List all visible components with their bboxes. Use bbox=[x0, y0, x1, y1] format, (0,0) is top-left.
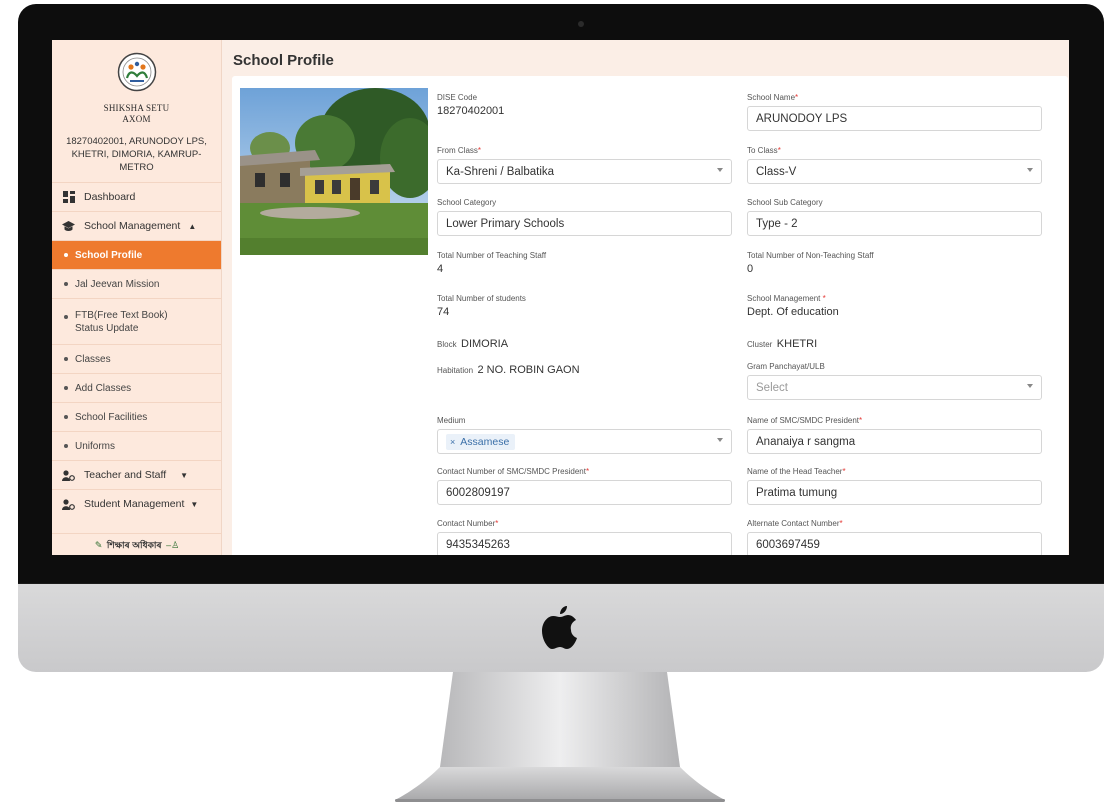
caret-down-icon: ▼ bbox=[190, 499, 199, 509]
chevron-down-icon bbox=[717, 168, 723, 172]
main-content: School Profile DISE Code 18270402001 Fro… bbox=[222, 40, 1069, 555]
profile-card: DISE Code 18270402001 From Class* Ka-Shr… bbox=[232, 76, 1068, 555]
nav-uniforms[interactable]: Uniforms bbox=[52, 431, 221, 460]
users-cog-icon bbox=[62, 498, 75, 511]
habitation-field: Habitation 2 NO. ROBIN GAON bbox=[437, 364, 580, 376]
gram-panchayat-select[interactable]: Select bbox=[747, 375, 1042, 400]
camera-icon bbox=[578, 21, 584, 27]
nav-school-profile[interactable]: School Profile bbox=[52, 240, 221, 269]
sidebar: SHIKSHA SETU AXOM 18270402001, ARUNODOY … bbox=[52, 40, 222, 555]
smc-president-field: Name of SMC/SMDC President* Ananaiya r s… bbox=[747, 415, 1042, 454]
school-sub-category-field: School Sub Category Type - 2 bbox=[747, 197, 1042, 236]
contact-number-field: Contact Number* 9435345263 bbox=[437, 518, 732, 555]
school-management-field: School Management * Dept. Of education bbox=[747, 294, 839, 318]
bullet-icon bbox=[64, 282, 68, 286]
caret-down-icon: ▼ bbox=[180, 470, 189, 480]
from-class-select[interactable]: Ka-Shreni / Balbatika bbox=[437, 159, 732, 184]
medium-tag[interactable]: × Assamese bbox=[446, 433, 516, 450]
school-category-input[interactable]: Lower Primary Schools bbox=[437, 211, 732, 236]
from-class-field: From Class* Ka-Shreni / Balbatika bbox=[437, 145, 732, 184]
nav-dashboard[interactable]: Dashboard bbox=[52, 182, 221, 211]
dashboard-icon bbox=[62, 191, 75, 204]
head-teacher-input[interactable]: Pratima tumung bbox=[747, 480, 1042, 505]
smc-president-input[interactable]: Ananaiya r sangma bbox=[747, 429, 1042, 454]
school-identifier: 18270402001, ARUNODOY LPS, KHETRI, DIMOR… bbox=[66, 136, 207, 173]
nav-add-classes[interactable]: Add Classes bbox=[52, 373, 221, 402]
shiksha-setu-logo-icon bbox=[117, 52, 156, 92]
smc-contact-field: Contact Number of SMC/SMDC President* 60… bbox=[437, 466, 732, 505]
gram-panchayat-field: Gram Panchayat/ULB Select bbox=[747, 361, 1042, 400]
chevron-down-icon bbox=[717, 438, 723, 442]
nav-classes[interactable]: Classes bbox=[52, 344, 221, 373]
bullet-icon bbox=[64, 444, 68, 448]
brand-name: SHIKSHA SETU AXOM bbox=[103, 103, 170, 124]
apple-logo-icon bbox=[542, 606, 577, 649]
school-sub-category-input[interactable]: Type - 2 bbox=[747, 211, 1042, 236]
right-to-education-logo: ✎ শিক্ষাৰ অধিকাৰ –♙ bbox=[52, 533, 222, 555]
chevron-down-icon bbox=[1027, 384, 1033, 388]
bullet-icon bbox=[64, 386, 68, 390]
imac-frame: SHIKSHA SETU AXOM 18270402001, ARUNODOY … bbox=[0, 0, 1111, 806]
caret-up-icon: ▲ bbox=[188, 221, 197, 231]
chevron-down-icon bbox=[1027, 168, 1033, 172]
nav-school-management[interactable]: School Management ▲ bbox=[52, 211, 221, 240]
medium-field: Medium × Assamese bbox=[437, 415, 732, 454]
page-title: School Profile bbox=[233, 52, 334, 69]
school-name-field: School Name* ARUNODOY LPS bbox=[747, 92, 1042, 131]
nav-student-management[interactable]: Student Management ▼ bbox=[52, 489, 221, 518]
school-photo bbox=[240, 88, 428, 255]
students-field: Total Number of students 74 bbox=[437, 294, 526, 318]
nav-ftb-status-update[interactable]: FTB(Free Text Book) Status Update bbox=[52, 298, 221, 344]
bullet-icon bbox=[64, 357, 68, 361]
smc-contact-input[interactable]: 6002809197 bbox=[437, 480, 732, 505]
bullet-icon bbox=[64, 415, 68, 419]
alt-contact-field: Alternate Contact Number* 6003697459 bbox=[747, 518, 1042, 555]
screen: SHIKSHA SETU AXOM 18270402001, ARUNODOY … bbox=[52, 40, 1069, 555]
to-class-field: To Class* Class-V bbox=[747, 145, 1042, 184]
dise-code-field: DISE Code 18270402001 bbox=[437, 93, 505, 117]
alt-contact-input[interactable]: 6003697459 bbox=[747, 532, 1042, 555]
users-cog-icon bbox=[62, 469, 75, 482]
cluster-field: Cluster KHETRI bbox=[747, 338, 818, 350]
school-category-field: School Category Lower Primary Schools bbox=[437, 197, 732, 236]
medium-multiselect[interactable]: × Assamese bbox=[437, 429, 732, 454]
teaching-staff-field: Total Number of Teaching Staff 4 bbox=[437, 251, 547, 275]
remove-tag-icon[interactable]: × bbox=[450, 437, 455, 447]
non-teaching-staff-field: Total Number of Non-Teaching Staff 0 bbox=[747, 251, 874, 275]
graduation-cap-icon bbox=[62, 220, 75, 233]
contact-number-input[interactable]: 9435345263 bbox=[437, 532, 732, 555]
brand: SHIKSHA SETU AXOM bbox=[52, 40, 221, 125]
bullet-icon bbox=[64, 253, 68, 257]
bullet-icon bbox=[64, 315, 68, 319]
nav-school-facilities[interactable]: School Facilities bbox=[52, 402, 221, 431]
school-name-input[interactable]: ARUNODOY LPS bbox=[747, 106, 1042, 131]
monitor-stand bbox=[395, 672, 725, 802]
nav-teacher-and-staff[interactable]: Teacher and Staff ▼ bbox=[52, 460, 221, 489]
head-teacher-field: Name of the Head Teacher* Pratima tumung bbox=[747, 466, 1042, 505]
to-class-select[interactable]: Class-V bbox=[747, 159, 1042, 184]
nav-jal-jeevan-mission[interactable]: Jal Jeevan Mission bbox=[52, 269, 221, 298]
right-to-education-icon: ✎ bbox=[94, 540, 103, 550]
block-field: Block DIMORIA bbox=[437, 338, 509, 350]
